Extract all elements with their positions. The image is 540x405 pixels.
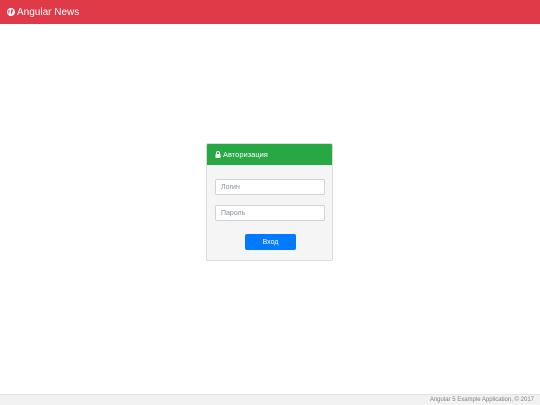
page-footer: Angular 5 Example Application, © 2017 bbox=[0, 394, 540, 405]
globe-icon bbox=[7, 8, 15, 16]
login-button[interactable]: Вход bbox=[245, 234, 296, 250]
login-card-title: Авторизация bbox=[223, 150, 268, 159]
login-card-body: Вход bbox=[207, 165, 332, 260]
brand-link[interactable]: Angular News bbox=[7, 7, 79, 18]
brand-label: Angular News bbox=[17, 6, 80, 18]
login-input[interactable] bbox=[215, 179, 325, 195]
login-card: Авторизация Вход bbox=[206, 143, 333, 261]
top-navbar: Angular News bbox=[0, 0, 540, 24]
login-card-header: Авторизация bbox=[207, 144, 332, 165]
password-input[interactable] bbox=[215, 205, 325, 221]
lock-icon bbox=[215, 151, 221, 158]
footer-copyright: Angular 5 Example Application, © 2017 bbox=[429, 397, 534, 403]
